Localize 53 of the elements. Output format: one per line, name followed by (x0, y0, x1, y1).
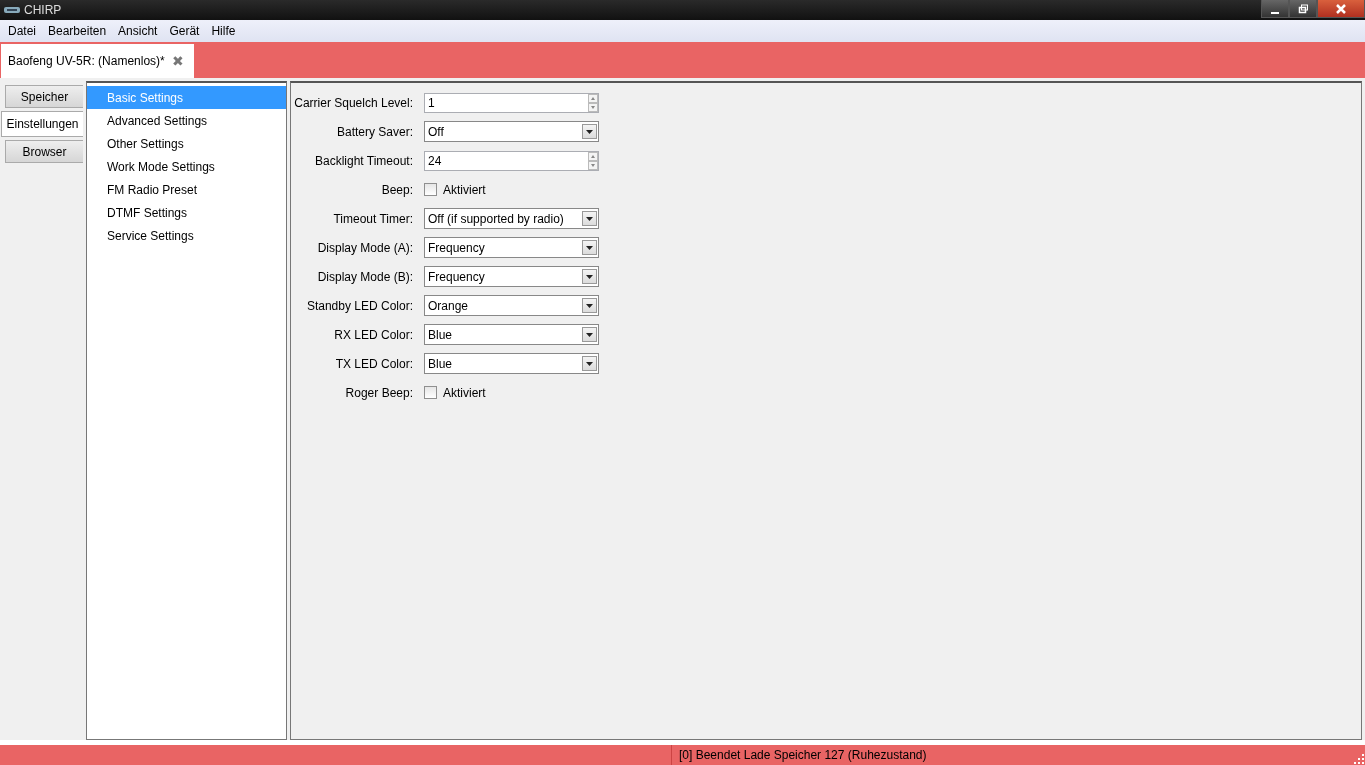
dropdown[interactable]: Orange (424, 295, 599, 316)
setting-label: Display Mode (B): (316, 269, 413, 284)
setting-label: Backlight Timeout: (313, 153, 413, 168)
spin-arrows-icon[interactable] (588, 151, 598, 170)
group-item[interactable]: Service Settings (87, 224, 286, 247)
spin-field[interactable]: 24 (424, 150, 599, 171)
minimize-icon (1271, 11, 1279, 14)
document-tab[interactable]: Baofeng UV-5R: (Namenlos)* ✖ (1, 44, 194, 78)
close-button[interactable] (1317, 0, 1365, 18)
side-tab[interactable]: Einstellungen (1, 111, 83, 137)
menu-item[interactable]: Hilfe (205, 24, 242, 38)
setting-label: Display Mode (A): (316, 240, 413, 255)
checkbox[interactable] (424, 386, 437, 399)
tab-title: Baofeng UV-5R: (Namenlos)* (8, 54, 165, 68)
resize-grip-icon[interactable] (1353, 753, 1365, 765)
setting-label: RX LED Color: (333, 327, 413, 342)
group-item[interactable]: Other Settings (87, 132, 286, 155)
restore-button[interactable] (1289, 0, 1317, 18)
minimize-button[interactable] (1261, 0, 1289, 18)
group-item[interactable]: Advanced Settings (87, 109, 286, 132)
side-tab[interactable]: Browser (5, 140, 83, 163)
close-icon (1335, 3, 1347, 14)
setting-label: Beep: (380, 182, 413, 197)
dropdown[interactable]: Blue (424, 353, 599, 374)
dropdown[interactable]: Off (424, 121, 599, 142)
dropdown[interactable]: Frequency (424, 266, 599, 287)
group-item[interactable]: DTMF Settings (87, 201, 286, 224)
setting-label: TX LED Color: (334, 356, 413, 371)
tab-close-button[interactable]: ✖ (171, 53, 184, 69)
checkbox-label: Aktiviert (443, 385, 486, 400)
menu-item[interactable]: Bearbeiten (42, 24, 113, 38)
app-icon (4, 6, 20, 14)
checkbox[interactable] (424, 183, 437, 196)
dropdown[interactable]: Frequency (424, 237, 599, 258)
menu-item[interactable]: Datei (2, 24, 42, 38)
setting-label: Timeout Timer: (332, 211, 413, 226)
spin-field[interactable]: 1 (424, 92, 599, 113)
side-tab[interactable]: Speicher (5, 85, 83, 108)
menu-item[interactable]: Ansicht (112, 24, 164, 38)
window-title: CHIRP (24, 3, 62, 17)
group-item[interactable]: FM Radio Preset (87, 178, 286, 201)
checkbox-label: Aktiviert (443, 182, 486, 197)
group-item[interactable]: Work Mode Settings (87, 155, 286, 178)
restore-icon (1298, 3, 1308, 14)
dropdown[interactable]: Off (if supported by radio) (424, 208, 599, 229)
status-message: [0] Beendet Lade Speicher 127 (Ruhezustand) (678, 747, 928, 764)
setting-label: Battery Saver: (335, 124, 413, 139)
setting-label: Standby LED Color: (305, 298, 413, 313)
setting-label: Roger Beep: (344, 385, 413, 400)
dropdown[interactable]: Blue (424, 324, 599, 345)
setting-label: Carrier Squelch Level: (293, 95, 413, 110)
spin-arrows-icon[interactable] (588, 93, 598, 112)
menu-item[interactable]: Gerät (163, 24, 206, 38)
